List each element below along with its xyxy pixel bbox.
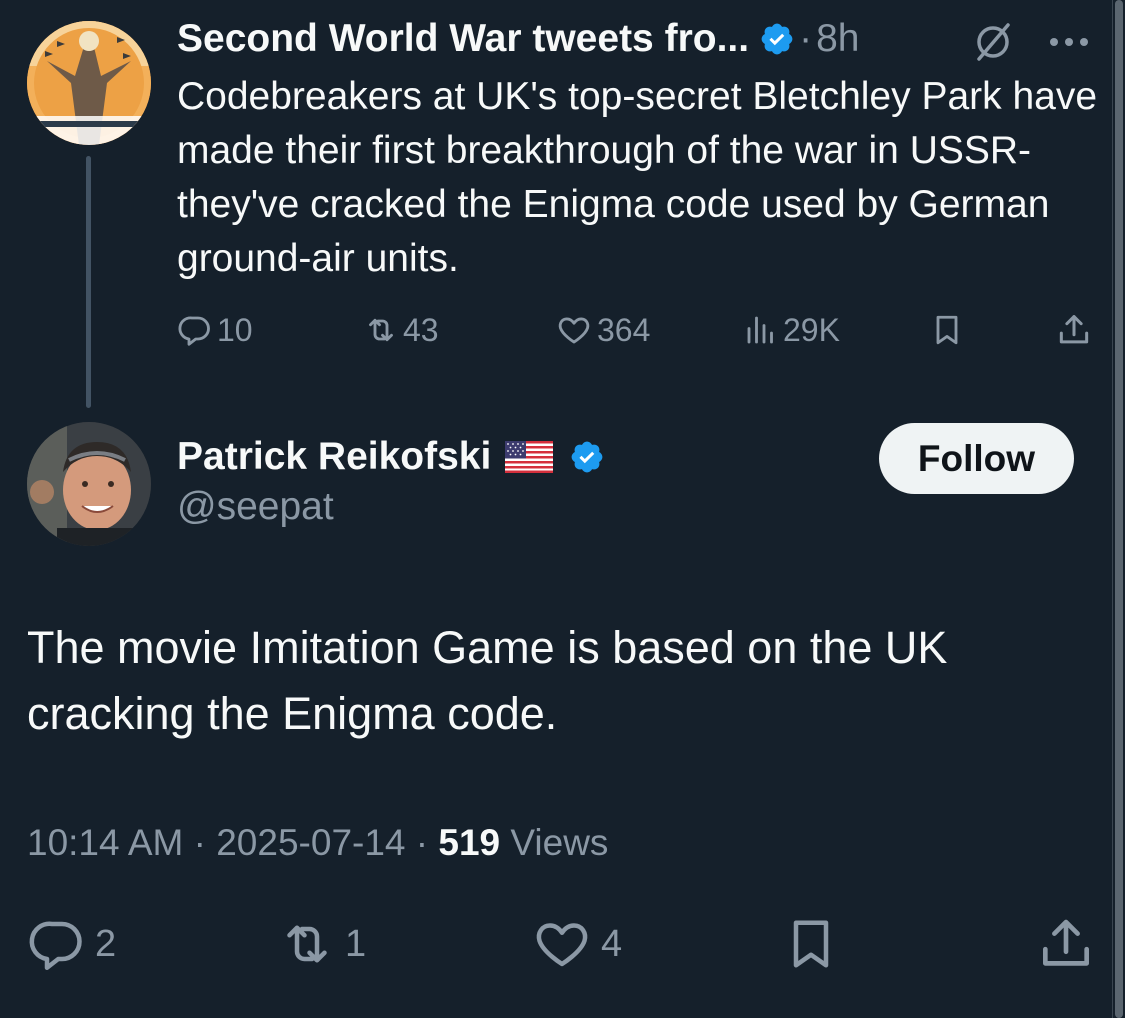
views-count: 519 bbox=[438, 822, 501, 863]
verified-badge-icon bbox=[571, 441, 603, 473]
author-handle[interactable]: @seepat bbox=[177, 485, 334, 529]
reply-count: 2 bbox=[95, 922, 117, 965]
author-name[interactable]: Second World War tweets fro... bbox=[177, 17, 749, 61]
separator-dot: · bbox=[193, 822, 206, 863]
views-button[interactable]: 29K bbox=[743, 305, 840, 355]
repost-button[interactable]: 1 bbox=[277, 912, 366, 976]
us-flag-icon bbox=[505, 441, 554, 473]
like-button[interactable]: 4 bbox=[531, 912, 622, 976]
share-button[interactable] bbox=[1055, 305, 1093, 355]
follow-button[interactable]: Follow bbox=[879, 423, 1074, 494]
views-count: 29K bbox=[783, 311, 840, 348]
reply-count: 10 bbox=[217, 311, 253, 348]
avatar-image bbox=[27, 422, 151, 546]
reply-tweet-text: The movie Imitation Game is based on the… bbox=[27, 622, 948, 739]
heart-icon bbox=[536, 923, 588, 967]
bookmark-icon bbox=[793, 920, 829, 968]
repost-icon bbox=[287, 925, 327, 963]
repost-count: 1 bbox=[345, 922, 367, 965]
tweet-date[interactable]: 2025-07-14 bbox=[216, 822, 405, 863]
tweet-time[interactable]: 10:14 AM bbox=[27, 822, 183, 863]
bookmark-icon bbox=[936, 315, 958, 345]
parent-tweet-header: Second World War tweets fro... · 8h bbox=[177, 14, 859, 64]
heart-icon bbox=[558, 317, 590, 344]
parent-tweet-actions: 10 43 364 29K bbox=[177, 305, 1097, 355]
views-label: Views bbox=[510, 822, 609, 863]
repost-count: 43 bbox=[403, 311, 439, 348]
like-count: 364 bbox=[597, 311, 651, 348]
separator-dot: · bbox=[799, 17, 813, 60]
reply-button[interactable]: 2 bbox=[27, 912, 116, 976]
share-icon bbox=[1059, 315, 1089, 344]
avatar-image bbox=[27, 21, 151, 145]
avatar[interactable] bbox=[27, 21, 151, 145]
separator-dot: · bbox=[415, 822, 429, 863]
bookmark-button[interactable] bbox=[929, 305, 965, 355]
repost-icon bbox=[369, 318, 393, 342]
grok-icon[interactable] bbox=[972, 21, 1014, 63]
author-name[interactable]: Patrick Reikofski bbox=[177, 435, 491, 479]
scrollbar[interactable] bbox=[1112, 0, 1125, 1018]
share-icon bbox=[1043, 919, 1089, 966]
like-count: 4 bbox=[601, 922, 623, 965]
reply-tweet-actions: 2 1 4 bbox=[27, 912, 1097, 976]
scrollbar-thumb[interactable] bbox=[1115, 0, 1123, 1018]
share-button[interactable] bbox=[1035, 912, 1097, 976]
avatar[interactable] bbox=[27, 422, 151, 546]
more-options-icon[interactable] bbox=[1048, 36, 1090, 48]
tweet-meta: 10:14 AM · 2025-07-14 · 519 Views bbox=[27, 822, 608, 864]
bookmark-button[interactable] bbox=[781, 912, 841, 976]
reply-icon bbox=[178, 316, 210, 346]
verified-badge-icon bbox=[761, 23, 793, 55]
parent-tweet-text: Codebreakers at UK's top-secret Bletchle… bbox=[177, 75, 1098, 280]
reply-icon bbox=[29, 921, 82, 970]
thread-line bbox=[86, 156, 91, 408]
like-button[interactable]: 364 bbox=[555, 305, 650, 355]
repost-button[interactable]: 43 bbox=[363, 305, 439, 355]
analytics-icon bbox=[747, 316, 773, 344]
reply-button[interactable]: 10 bbox=[177, 305, 253, 355]
reply-author-row: Patrick Reikofski bbox=[177, 432, 605, 482]
tweet-time[interactable]: 8h bbox=[816, 17, 859, 61]
